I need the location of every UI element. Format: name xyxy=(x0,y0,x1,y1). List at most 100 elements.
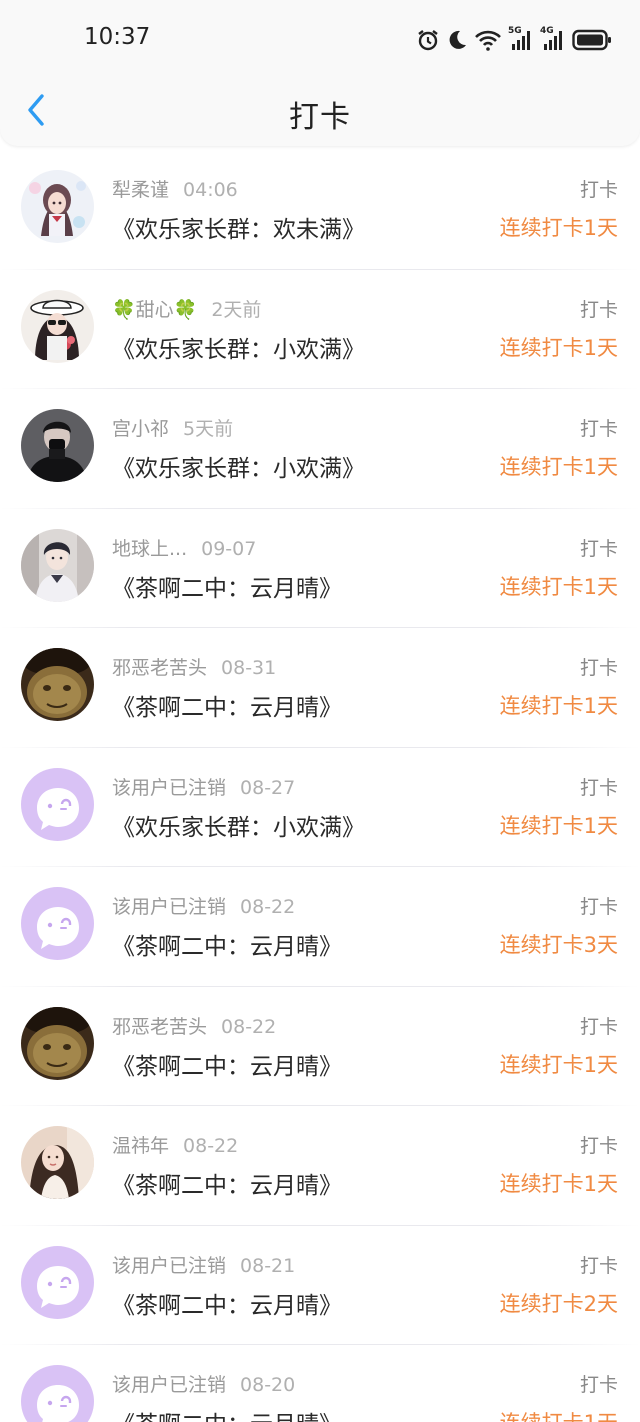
checkin-row[interactable]: 地球上... 09-07 《茶啊二中：云月晴》 打卡连续打卡1天 xyxy=(0,509,640,629)
group-name: 《欢乐家长群：小欢满》 xyxy=(112,336,365,363)
username[interactable]: 邪恶老苦头 xyxy=(112,1016,207,1038)
action-label: 打卡 xyxy=(579,298,618,321)
streak-label: 连续打卡1天 xyxy=(500,1407,618,1422)
avatar[interactable] xyxy=(21,1245,94,1319)
checkin-time: 08-22 xyxy=(240,896,296,918)
avatar[interactable] xyxy=(21,767,94,841)
avatar[interactable] xyxy=(21,289,94,363)
checkin-row[interactable]: 犁柔谨 04:06 《欢乐家长群：欢未满》 打卡连续打卡1天 xyxy=(0,150,640,270)
user-line: 该用户已注销 08-27 xyxy=(112,773,295,800)
user-line: 邪恶老苦头 08-31 xyxy=(112,653,276,680)
action-label: 打卡 xyxy=(579,1254,618,1277)
alarm-icon xyxy=(416,28,440,52)
avatar[interactable] xyxy=(21,1006,94,1080)
checkin-time: 09-07 xyxy=(201,537,257,560)
avatar[interactable] xyxy=(21,648,94,721)
status-icons: 5G 4G xyxy=(416,24,612,56)
group-name: 《欢乐家长群：小欢满》 xyxy=(112,814,365,841)
username[interactable]: 该用户已注销 xyxy=(112,1374,226,1396)
streak-label: 连续打卡1天 xyxy=(499,335,618,360)
checkin-row[interactable]: 该用户已注销 08-20 《茶啊二中：云月晴》 打卡连续打卡1天 xyxy=(0,1345,640,1422)
group-name: 《欢乐家长群：小欢满》 xyxy=(112,456,365,482)
action-label: 打卡 xyxy=(579,1015,618,1038)
user-line: 该用户已注销 08-22 xyxy=(112,892,295,919)
action-label: 打卡 xyxy=(579,1135,618,1157)
username[interactable]: 犁柔谨 xyxy=(112,179,169,201)
network-4g-label: 4G xyxy=(540,26,554,36)
username[interactable]: 温祎年 xyxy=(112,1135,169,1157)
group-name: 《茶啊二中：云月晴》 xyxy=(112,934,342,960)
checkin-time: 08-22 xyxy=(221,1015,277,1038)
streak-label: 连续打卡1天 xyxy=(499,455,618,479)
status-bar: 10:37 5G 4G xyxy=(0,0,640,80)
user-line: 温祎年 08-22 xyxy=(112,1131,238,1158)
streak-label: 连续打卡1天 xyxy=(499,813,618,838)
streak-label: 连续打卡1天 xyxy=(499,694,618,718)
avatar[interactable] xyxy=(21,170,94,243)
status-time: 10:37 xyxy=(84,24,151,50)
action-label: 打卡 xyxy=(579,896,618,918)
checkin-row[interactable]: 该用户已注销 08-22 《茶啊二中：云月晴》 打卡连续打卡3天 xyxy=(0,867,640,987)
action-label: 打卡 xyxy=(579,418,618,440)
username[interactable]: 该用户已注销 xyxy=(112,896,226,918)
action-label: 打卡 xyxy=(579,179,618,201)
wifi-icon xyxy=(474,28,502,52)
streak-label: 连续打卡1天 xyxy=(499,216,618,240)
signal-4g-icon: 4G xyxy=(540,26,566,52)
username[interactable]: 邪恶老苦头 xyxy=(112,657,207,679)
streak-label: 连续打卡3天 xyxy=(499,933,618,957)
username[interactable]: 🍀甜心🍀 xyxy=(112,299,197,321)
user-line: 该用户已注销 08-20 xyxy=(112,1370,295,1397)
avatar[interactable] xyxy=(21,409,94,482)
checkin-time: 08-20 xyxy=(240,1374,296,1396)
checkin-row[interactable]: 温祎年 08-22 《茶啊二中：云月晴》 打卡连续打卡1天 xyxy=(0,1106,640,1226)
page-title: 打卡 xyxy=(289,100,351,135)
network-5g-label: 5G xyxy=(508,26,522,36)
user-line: 🍀甜心🍀 2天前 xyxy=(112,295,261,322)
checkin-time: 2天前 xyxy=(211,298,262,321)
streak-label: 连续打卡1天 xyxy=(499,574,618,599)
user-line: 犁柔谨 04:06 xyxy=(112,175,238,202)
group-name: 《茶啊二中：云月晴》 xyxy=(112,1173,342,1199)
action-label: 打卡 xyxy=(579,657,618,679)
checkin-row[interactable]: 邪恶老苦头 08-31 《茶啊二中：云月晴》 打卡连续打卡1天 xyxy=(0,628,640,748)
streak-label: 连续打卡1天 xyxy=(499,1052,618,1077)
streak-label: 连续打卡1天 xyxy=(499,1172,618,1196)
avatar[interactable] xyxy=(21,528,94,602)
checkin-time: 08-27 xyxy=(240,776,296,799)
action-label: 打卡 xyxy=(579,776,618,799)
action-label: 打卡 xyxy=(579,537,618,560)
group-name: 《欢乐家长群：欢未满》 xyxy=(112,217,365,243)
group-name: 《茶啊二中：云月晴》 xyxy=(112,1053,342,1080)
username[interactable]: 宫小祁 xyxy=(112,418,169,440)
checkin-time: 08-22 xyxy=(183,1135,239,1157)
action-label: 打卡 xyxy=(579,1374,618,1396)
checkin-list: 犁柔谨 04:06 《欢乐家长群：欢未满》 打卡 连续打卡1天 🍀甜心🍀 2天前 《欢乐家长群… xyxy=(0,150,640,1422)
top-header: 10:37 5G 4G 打卡 xyxy=(0,0,640,146)
group-name: 《茶啊二中：云月晴》 xyxy=(112,695,342,721)
group-name: 《茶啊二中：云月晴》 xyxy=(112,575,342,602)
avatar[interactable] xyxy=(21,1126,94,1199)
moon-icon xyxy=(446,29,468,51)
group-name: 《茶啊二中：云月晴》 xyxy=(112,1292,342,1319)
checkin-time: 04:06 xyxy=(183,179,238,201)
checkin-row[interactable]: 该用户已注销 08-27 《欢乐家长群：小欢满》 打卡连续打卡1天 xyxy=(0,748,640,868)
signal-5g-icon: 5G xyxy=(508,26,534,52)
avatar[interactable] xyxy=(21,1365,94,1422)
streak-label: 连续打卡2天 xyxy=(499,1291,618,1316)
checkin-time: 08-21 xyxy=(240,1254,296,1277)
checkin-row[interactable]: 宫小祁 5天前《欢乐家长群：小欢满》 打卡连续打卡1天 xyxy=(0,389,640,509)
user-line: 宫小祁 5天前 xyxy=(112,414,233,441)
checkin-time: 5天前 xyxy=(183,418,234,440)
nav-bar: 打卡 xyxy=(0,80,640,146)
username[interactable]: 地球上... xyxy=(112,538,187,560)
username[interactable]: 该用户已注销 xyxy=(112,777,226,799)
checkin-row[interactable]: 邪恶老苦头 08-22 《茶啊二中：云月晴》 打卡连续打卡1天 xyxy=(0,987,640,1107)
checkin-row[interactable]: 🍀甜心🍀 2天前《欢乐家长群：小欢满》 打卡连续打卡1天 xyxy=(0,270,640,390)
checkin-time: 08-31 xyxy=(221,657,277,679)
username[interactable]: 该用户已注销 xyxy=(112,1255,226,1277)
avatar[interactable] xyxy=(21,887,94,960)
checkin-row[interactable]: 该用户已注销 08-21 《茶啊二中：云月晴》 打卡连续打卡2天 xyxy=(0,1226,640,1346)
user-line: 该用户已注销 08-21 xyxy=(112,1251,295,1278)
user-line: 邪恶老苦头 08-22 xyxy=(112,1012,276,1039)
